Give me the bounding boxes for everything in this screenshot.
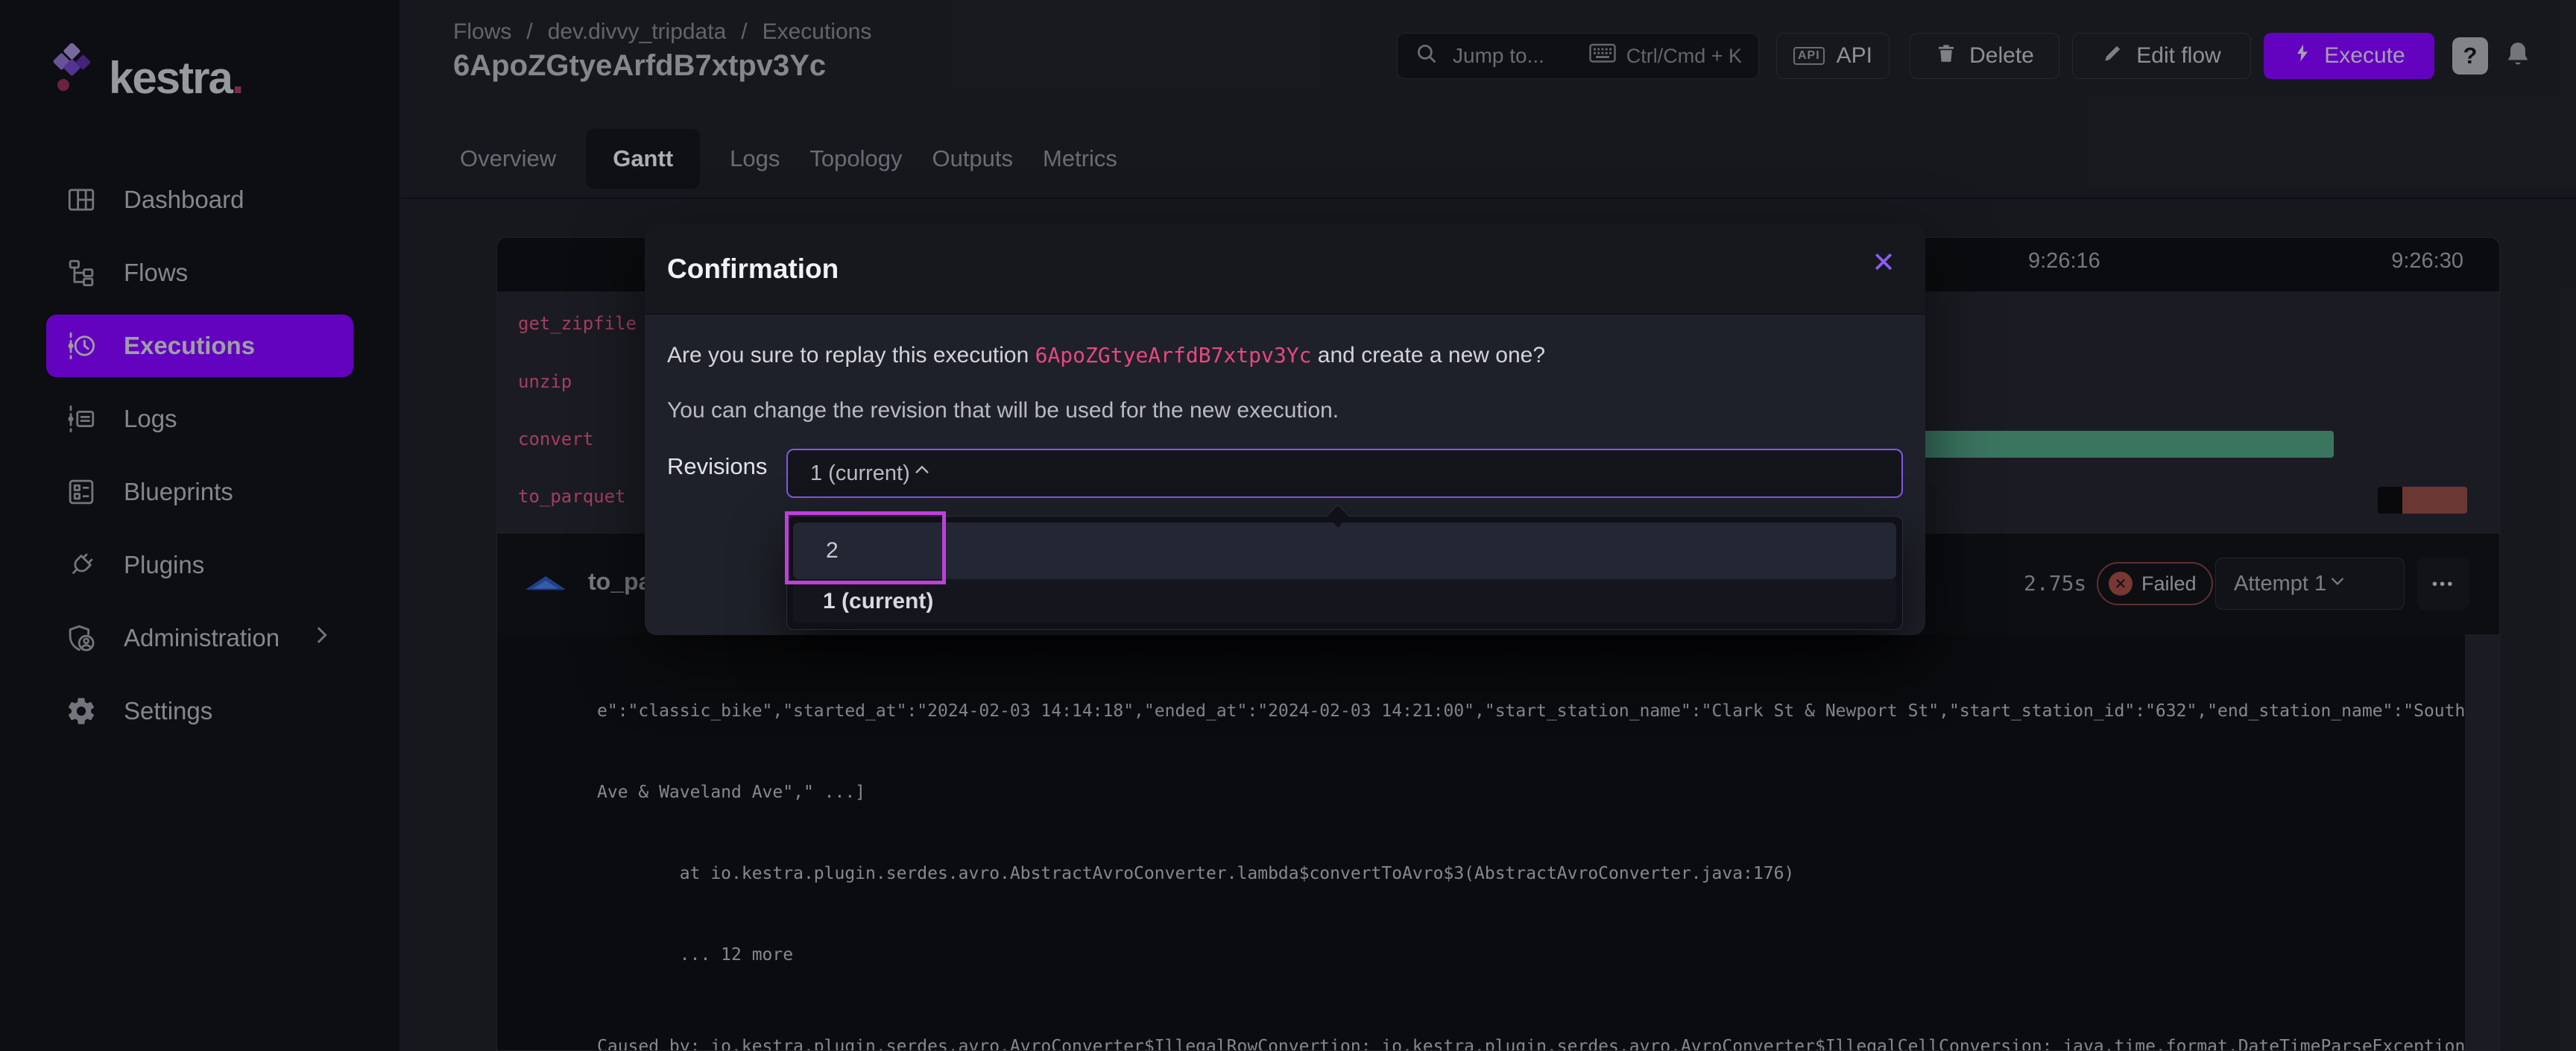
replay-question-suffix: and create a new one?	[1311, 343, 1545, 367]
revision-option-1-current[interactable]: 1 (current)	[793, 579, 1896, 623]
modal-header: Confirmation ✕	[645, 224, 1925, 315]
revisions-label: Revisions	[667, 453, 767, 480]
revision-option-2[interactable]: 2	[793, 523, 1896, 579]
revisions-select[interactable]: 1 (current)	[786, 449, 1903, 498]
close-icon[interactable]: ✕	[1872, 249, 1895, 277]
chevron-up-icon	[910, 458, 934, 488]
replay-question-prefix: Are you sure to replay this execution	[667, 343, 1035, 367]
revisions-dropdown: 2 1 (current)	[786, 516, 1903, 630]
replay-question: Are you sure to replay this execution 6A…	[667, 343, 1545, 368]
revision-note: You can change the revision that will be…	[667, 398, 1339, 423]
execution-id: 6ApoZGtyeArfdB7xtpv3Yc	[1035, 343, 1312, 367]
revisions-select-value: 1 (current)	[810, 461, 910, 486]
modal-title: Confirmation	[667, 253, 839, 285]
